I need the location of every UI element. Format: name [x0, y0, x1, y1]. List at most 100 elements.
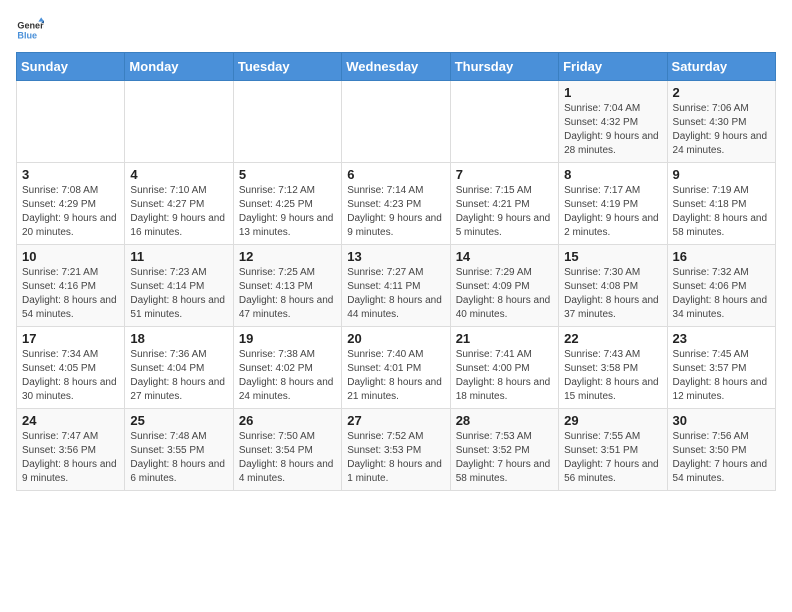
calendar-cell: 26 Sunrise: 7:50 AM Sunset: 3:54 PM Dayli…	[233, 409, 341, 491]
day-number: 22	[564, 331, 661, 346]
day-header-thursday: Thursday	[450, 53, 558, 81]
day-info: Sunrise: 7:27 AM Sunset: 4:11 PM Dayligh…	[347, 266, 444, 322]
day-info: Sunrise: 7:15 AM Sunset: 4:21 PM Dayligh…	[456, 184, 553, 240]
calendar-cell: 5 Sunrise: 7:12 AM Sunset: 4:25 PM Daylig…	[233, 163, 341, 245]
calendar-cell	[342, 81, 450, 163]
day-number: 21	[456, 331, 553, 346]
day-number: 10	[22, 249, 119, 264]
day-number: 5	[239, 167, 336, 182]
calendar-cell: 9 Sunrise: 7:19 AM Sunset: 4:18 PM Daylig…	[667, 163, 775, 245]
day-number: 1	[564, 85, 661, 100]
day-info: Sunrise: 7:34 AM Sunset: 4:05 PM Dayligh…	[22, 348, 119, 404]
calendar-cell: 4 Sunrise: 7:10 AM Sunset: 4:27 PM Daylig…	[125, 163, 233, 245]
day-info: Sunrise: 7:50 AM Sunset: 3:54 PM Dayligh…	[239, 430, 336, 486]
calendar-cell: 27Sunrise: 7:52 AM Sunset: 3:53 PM Dayli…	[342, 409, 450, 491]
header: General Blue	[16, 16, 776, 44]
day-number: 12	[239, 249, 336, 264]
calendar-cell: 7 Sunrise: 7:15 AM Sunset: 4:21 PM Daylig…	[450, 163, 558, 245]
day-number: 26	[239, 413, 336, 428]
day-info: Sunrise: 7:21 AM Sunset: 4:16 PM Dayligh…	[22, 266, 119, 322]
day-number: 24	[22, 413, 119, 428]
day-header-monday: Monday	[125, 53, 233, 81]
calendar-table: SundayMondayTuesdayWednesdayThursdayFrid…	[16, 52, 776, 491]
calendar-cell	[450, 81, 558, 163]
day-number: 18	[130, 331, 227, 346]
day-number: 8	[564, 167, 661, 182]
day-info: Sunrise: 7:23 AM Sunset: 4:14 PM Dayligh…	[130, 266, 227, 322]
calendar-cell: 3 Sunrise: 7:08 AM Sunset: 4:29 PM Daylig…	[17, 163, 125, 245]
calendar-cell	[17, 81, 125, 163]
day-header-sunday: Sunday	[17, 53, 125, 81]
logo-icon: General Blue	[16, 16, 44, 44]
calendar-cell: 1 Sunrise: 7:04 AM Sunset: 4:32 PM Daylig…	[559, 81, 667, 163]
calendar-cell: 12 Sunrise: 7:25 AM Sunset: 4:13 PM Dayli…	[233, 245, 341, 327]
calendar-cell: 28 Sunrise: 7:53 AM Sunset: 3:52 PM Dayli…	[450, 409, 558, 491]
day-number: 15	[564, 249, 661, 264]
calendar-cell: 2 Sunrise: 7:06 AM Sunset: 4:30 PM Daylig…	[667, 81, 775, 163]
svg-text:General: General	[17, 21, 44, 31]
day-number: 6	[347, 167, 444, 182]
calendar-cell: 10 Sunrise: 7:21 AM Sunset: 4:16 PM Dayli…	[17, 245, 125, 327]
day-info: Sunrise: 7:55 AM Sunset: 3:51 PM Dayligh…	[564, 430, 661, 486]
calendar-cell: 19 Sunrise: 7:38 AM Sunset: 4:02 PM Dayli…	[233, 327, 341, 409]
day-info: Sunrise: 7:29 AM Sunset: 4:09 PM Dayligh…	[456, 266, 553, 322]
calendar-cell: 30 Sunrise: 7:56 AM Sunset: 3:50 PM Dayli…	[667, 409, 775, 491]
day-info: Sunrise: 7:10 AM Sunset: 4:27 PM Dayligh…	[130, 184, 227, 240]
day-number: 19	[239, 331, 336, 346]
day-header-friday: Friday	[559, 53, 667, 81]
day-number: 7	[456, 167, 553, 182]
calendar-cell: 15 Sunrise: 7:30 AM Sunset: 4:08 PM Dayli…	[559, 245, 667, 327]
calendar-cell: 18 Sunrise: 7:36 AM Sunset: 4:04 PM Dayli…	[125, 327, 233, 409]
day-info: Sunrise: 7:19 AM Sunset: 4:18 PM Dayligh…	[673, 184, 770, 240]
day-info: Sunrise: 7:41 AM Sunset: 4:00 PM Dayligh…	[456, 348, 553, 404]
calendar-week-1: 1 Sunrise: 7:04 AM Sunset: 4:32 PM Daylig…	[17, 81, 776, 163]
day-number: 23	[673, 331, 770, 346]
day-number: 3	[22, 167, 119, 182]
calendar-cell: 21 Sunrise: 7:41 AM Sunset: 4:00 PM Dayli…	[450, 327, 558, 409]
day-number: 9	[673, 167, 770, 182]
day-info: Sunrise: 7:14 AM Sunset: 4:23 PM Dayligh…	[347, 184, 444, 240]
calendar-cell: 13 Sunrise: 7:27 AM Sunset: 4:11 PM Dayli…	[342, 245, 450, 327]
day-header-wednesday: Wednesday	[342, 53, 450, 81]
calendar-cell: 8 Sunrise: 7:17 AM Sunset: 4:19 PM Daylig…	[559, 163, 667, 245]
day-info: Sunrise: 7:47 AM Sunset: 3:56 PM Dayligh…	[22, 430, 119, 486]
calendar-week-2: 3 Sunrise: 7:08 AM Sunset: 4:29 PM Daylig…	[17, 163, 776, 245]
day-info: Sunrise: 7:30 AM Sunset: 4:08 PM Dayligh…	[564, 266, 661, 322]
day-info: Sunrise: 7:06 AM Sunset: 4:30 PM Dayligh…	[673, 102, 770, 158]
day-info: Sunrise: 7:45 AM Sunset: 3:57 PM Dayligh…	[673, 348, 770, 404]
calendar-week-4: 17Sunrise: 7:34 AM Sunset: 4:05 PM Dayli…	[17, 327, 776, 409]
day-info: Sunrise: 7:43 AM Sunset: 3:58 PM Dayligh…	[564, 348, 661, 404]
day-number: 25	[130, 413, 227, 428]
day-info: Sunrise: 7:36 AM Sunset: 4:04 PM Dayligh…	[130, 348, 227, 404]
day-number: 20	[347, 331, 444, 346]
day-number: 2	[673, 85, 770, 100]
day-header-saturday: Saturday	[667, 53, 775, 81]
day-info: Sunrise: 7:04 AM Sunset: 4:32 PM Dayligh…	[564, 102, 661, 158]
calendar-cell: 17Sunrise: 7:34 AM Sunset: 4:05 PM Dayli…	[17, 327, 125, 409]
day-header-tuesday: Tuesday	[233, 53, 341, 81]
day-number: 28	[456, 413, 553, 428]
calendar-cell: 23 Sunrise: 7:45 AM Sunset: 3:57 PM Dayli…	[667, 327, 775, 409]
calendar-cell: 14Sunrise: 7:29 AM Sunset: 4:09 PM Dayli…	[450, 245, 558, 327]
calendar-cell: 24 Sunrise: 7:47 AM Sunset: 3:56 PM Dayli…	[17, 409, 125, 491]
calendar-week-5: 24 Sunrise: 7:47 AM Sunset: 3:56 PM Dayli…	[17, 409, 776, 491]
calendar-cell: 16 Sunrise: 7:32 AM Sunset: 4:06 PM Dayli…	[667, 245, 775, 327]
day-info: Sunrise: 7:38 AM Sunset: 4:02 PM Dayligh…	[239, 348, 336, 404]
day-number: 29	[564, 413, 661, 428]
day-number: 4	[130, 167, 227, 182]
day-info: Sunrise: 7:12 AM Sunset: 4:25 PM Dayligh…	[239, 184, 336, 240]
day-number: 30	[673, 413, 770, 428]
day-info: Sunrise: 7:56 AM Sunset: 3:50 PM Dayligh…	[673, 430, 770, 486]
day-info: Sunrise: 7:53 AM Sunset: 3:52 PM Dayligh…	[456, 430, 553, 486]
calendar-cell	[233, 81, 341, 163]
calendar-cell: 6 Sunrise: 7:14 AM Sunset: 4:23 PM Daylig…	[342, 163, 450, 245]
day-info: Sunrise: 7:17 AM Sunset: 4:19 PM Dayligh…	[564, 184, 661, 240]
day-number: 16	[673, 249, 770, 264]
day-info: Sunrise: 7:25 AM Sunset: 4:13 PM Dayligh…	[239, 266, 336, 322]
day-info: Sunrise: 7:08 AM Sunset: 4:29 PM Dayligh…	[22, 184, 119, 240]
calendar-cell: 22 Sunrise: 7:43 AM Sunset: 3:58 PM Dayli…	[559, 327, 667, 409]
day-info: Sunrise: 7:32 AM Sunset: 4:06 PM Dayligh…	[673, 266, 770, 322]
calendar-cell: 29 Sunrise: 7:55 AM Sunset: 3:51 PM Dayli…	[559, 409, 667, 491]
day-number: 13	[347, 249, 444, 264]
logo: General Blue	[16, 16, 48, 44]
